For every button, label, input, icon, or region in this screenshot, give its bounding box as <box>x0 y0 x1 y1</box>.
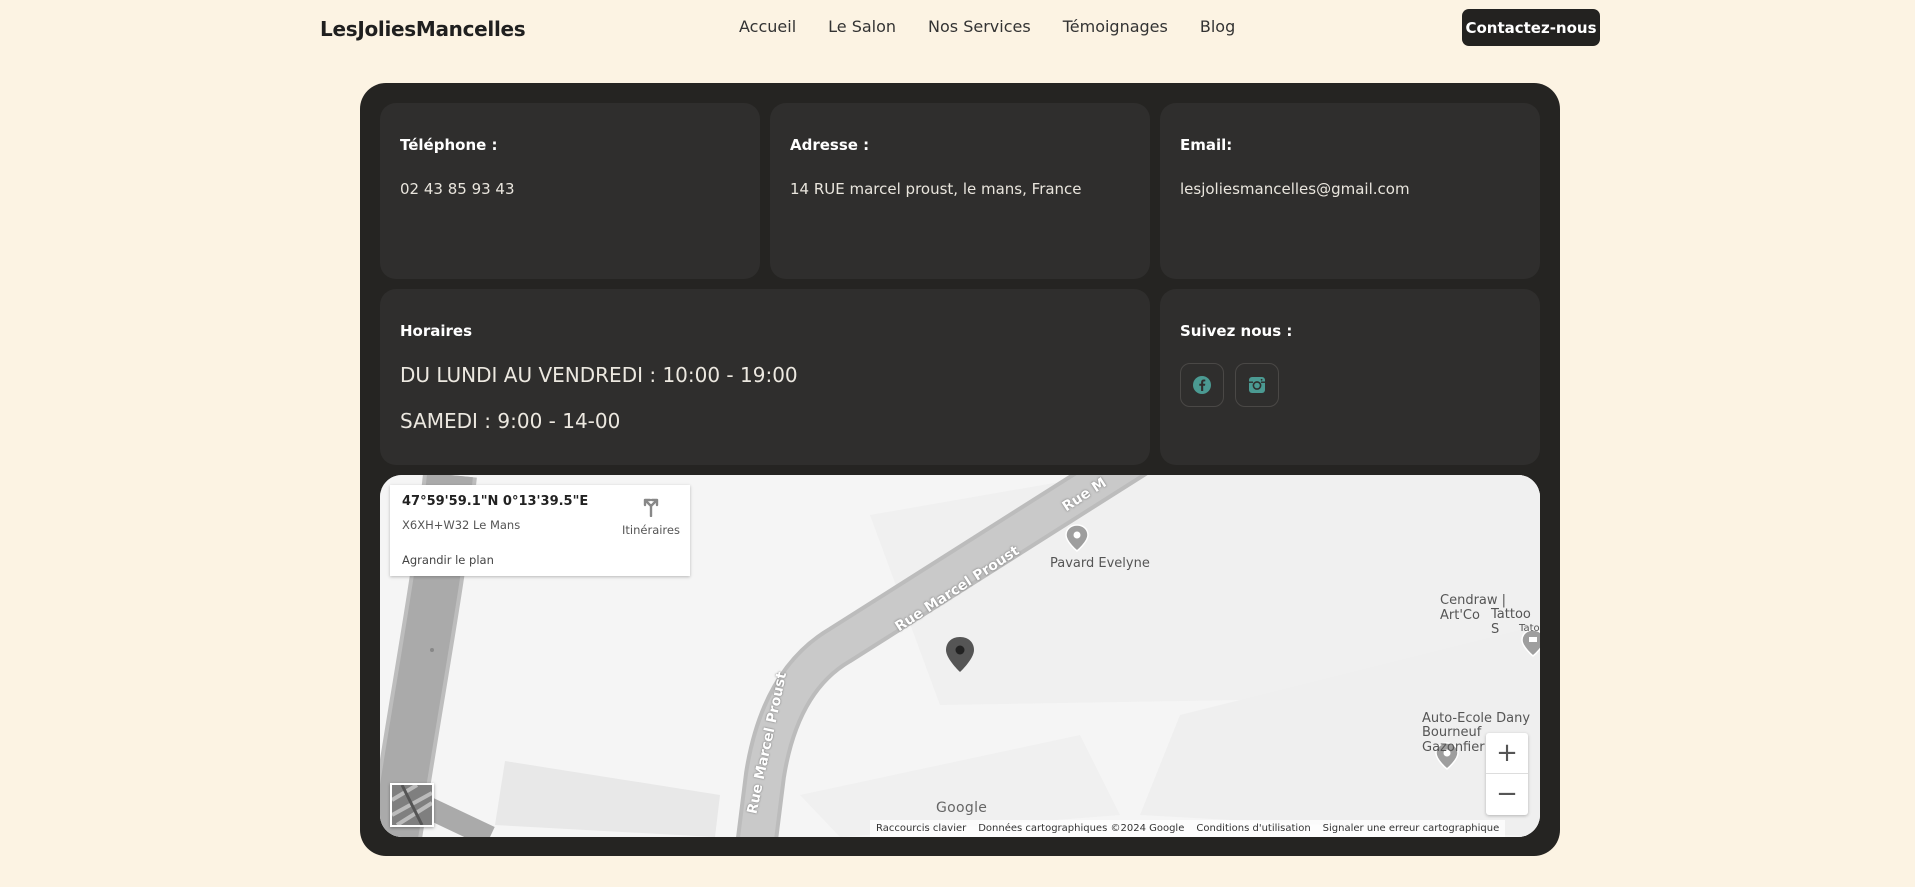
poi-label-tato: Tato <box>1519 623 1540 634</box>
enlarge-map-link[interactable]: Agrandir le plan <box>402 553 494 567</box>
zoom-in-button[interactable]: + <box>1486 733 1528 774</box>
zoom-out-button[interactable]: − <box>1486 774 1528 814</box>
email-label: Email: <box>1180 136 1233 154</box>
contact-panel: Téléphone : 02 43 85 93 43 Adresse : 14 … <box>360 83 1560 856</box>
google-logo: Google <box>936 800 988 816</box>
map-attribution-bar: Raccourcis clavier Données cartographiqu… <box>870 820 1506 837</box>
social-card: Suivez nous : <box>1160 289 1540 465</box>
contact-button[interactable]: Contactez-nous <box>1462 9 1600 46</box>
email-card: Email: lesjoliesmancelles@gmail.com <box>1160 103 1540 279</box>
email-value[interactable]: lesjoliesmancelles@gmail.com <box>1180 180 1410 198</box>
facebook-button[interactable] <box>1180 363 1224 407</box>
report-error-link[interactable]: Signaler une erreur cartographique <box>1323 823 1500 834</box>
brand-logo[interactable]: LesJoliesMancelles <box>320 17 526 41</box>
terms-link[interactable]: Conditions d'utilisation <box>1196 823 1310 834</box>
hours-card: Horaires DU LUNDI AU VENDREDI : 10:00 - … <box>380 289 1150 465</box>
instagram-icon <box>1249 377 1265 393</box>
nav-link-temoignages[interactable]: Témoignages <box>1063 17 1168 36</box>
satellite-thumbnail-icon <box>390 783 434 827</box>
zoom-controls: + − <box>1486 733 1528 815</box>
location-map[interactable]: Rue Marcel Proust Rue Marcel Proust Rue … <box>380 475 1540 837</box>
address-value: 14 RUE marcel proust, le mans, France <box>790 180 1082 198</box>
satellite-toggle[interactable] <box>390 783 434 827</box>
map-data-credit: Données cartographiques ©2024 Google <box>978 823 1185 834</box>
phone-label: Téléphone : <box>400 136 498 154</box>
phone-value[interactable]: 02 43 85 93 43 <box>400 180 515 198</box>
address-label: Adresse : <box>790 136 870 154</box>
nav-link-nos-services[interactable]: Nos Services <box>928 17 1031 36</box>
directions-button[interactable]: Itinéraires <box>618 495 684 537</box>
instagram-button[interactable] <box>1235 363 1279 407</box>
poi-label-pavard[interactable]: Pavard Evelyne <box>1050 556 1150 571</box>
phone-card: Téléphone : 02 43 85 93 43 <box>380 103 760 279</box>
social-label: Suivez nous : <box>1180 322 1293 340</box>
directions-icon <box>643 498 659 518</box>
facebook-icon <box>1193 376 1211 394</box>
hours-label: Horaires <box>400 322 473 340</box>
main-menu: Accueil Le Salon Nos Services Témoignage… <box>739 17 1267 36</box>
keyboard-shortcuts-link[interactable]: Raccourcis clavier <box>876 823 966 834</box>
nav-link-le-salon[interactable]: Le Salon <box>828 17 896 36</box>
nav-link-blog[interactable]: Blog <box>1200 17 1235 36</box>
map-plus-code: X6XH+W32 Le Mans <box>402 518 521 532</box>
directions-label: Itinéraires <box>622 523 680 537</box>
nav-link-accueil[interactable]: Accueil <box>739 17 796 36</box>
poi-label-auto-ecole[interactable]: Auto-Ecole Dany <box>1422 711 1530 726</box>
hours-weekdays: DU LUNDI AU VENDREDI : 10:00 - 19:00 <box>400 363 798 387</box>
map-coordinates: 47°59'59.1"N 0°13'39.5"E <box>402 494 589 509</box>
plus-icon: + <box>1496 738 1518 768</box>
hours-saturday: SAMEDI : 9:00 - 14-00 <box>400 409 621 433</box>
minus-icon: − <box>1496 779 1518 809</box>
top-navigation: LesJoliesMancelles Accueil Le Salon Nos … <box>0 0 1915 56</box>
address-card: Adresse : 14 RUE marcel proust, le mans,… <box>770 103 1150 279</box>
map-info-box: 47°59'59.1"N 0°13'39.5"E X6XH+W32 Le Man… <box>390 485 690 576</box>
